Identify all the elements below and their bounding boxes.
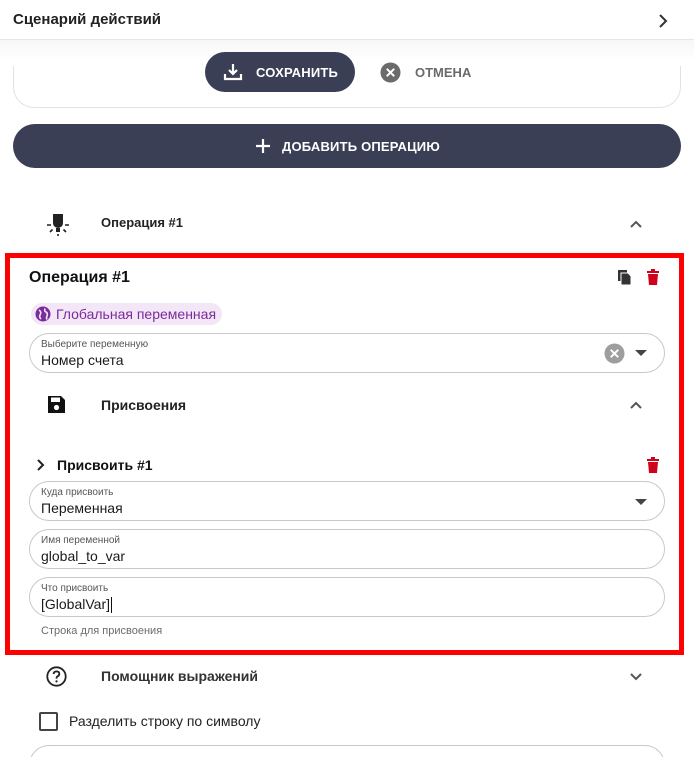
separator-input[interactable]: [29, 745, 665, 757]
lightbulb-icon: [44, 210, 72, 238]
variable-name-value: global_to_var: [41, 548, 126, 564]
delete-icon[interactable]: [645, 269, 661, 286]
text-cursor: [111, 597, 112, 614]
chevron-right-icon[interactable]: [652, 10, 674, 32]
floppy-disk-icon: [47, 395, 66, 414]
save-label: СОХРАНИТЬ: [256, 64, 339, 80]
operation-accordion-title: Операция #1: [101, 215, 184, 230]
copy-icon[interactable]: [616, 269, 633, 286]
help-circle-icon: [46, 666, 67, 687]
assign-target-label: Куда присвоить: [41, 487, 114, 498]
scope-chip[interactable]: Глобальная переменная: [31, 303, 223, 325]
dropdown-arrow-icon[interactable]: [634, 497, 648, 507]
save-button[interactable]: СОХРАНИТЬ: [205, 52, 355, 92]
split-string-label: Разделить строку по символу: [69, 713, 261, 729]
page-title: Сценарий действий: [13, 11, 162, 28]
assign-target-select[interactable]: Куда присвоить Переменная: [29, 481, 665, 521]
assign-value-text: [GlobalVar]: [41, 596, 110, 612]
cancel-label: ОТМЕНА: [415, 64, 472, 80]
cancel-button[interactable]: ОТМЕНА: [380, 60, 471, 84]
operation-card-title: Операция #1: [29, 269, 130, 286]
expression-helper-title[interactable]: Помощник выражений: [101, 668, 258, 684]
variable-name-label: Имя переменной: [41, 535, 120, 546]
chevron-up-icon[interactable]: [627, 215, 645, 233]
scope-chip-label: Глобальная переменная: [56, 306, 217, 322]
cancel-circle-icon: [380, 62, 401, 82]
assign-value-text-wrap: [GlobalVar]: [41, 596, 112, 614]
dropdown-arrow-icon[interactable]: [634, 348, 648, 358]
delete-icon[interactable]: [645, 457, 661, 474]
add-operation-label: ДОБАВИТЬ ОПЕРАЦИЮ: [282, 138, 440, 154]
download-icon: [223, 64, 243, 81]
variable-select-label: Выберите переменную: [41, 339, 149, 350]
variable-select-value: Номер счета: [41, 352, 124, 368]
plus-icon: [256, 139, 271, 153]
variable-select[interactable]: Выберите переменную Номер счета: [29, 333, 665, 373]
globe-icon: [35, 306, 51, 322]
variable-name-input[interactable]: Имя переменной global_to_var: [29, 529, 665, 569]
clear-icon[interactable]: [604, 343, 625, 364]
add-operation-button[interactable]: ДОБАВИТЬ ОПЕРАЦИЮ: [13, 124, 681, 168]
assign-target-value: Переменная: [41, 500, 123, 516]
assignments-section-title[interactable]: Присвоения: [101, 397, 186, 413]
chevron-right-icon[interactable]: [33, 457, 49, 473]
assign-value-input[interactable]: Что присвоить [GlobalVar]: [29, 577, 665, 617]
assign-value-label: Что присвоить: [41, 583, 109, 594]
assignment-title[interactable]: Присвоить #1: [57, 457, 153, 473]
chevron-up-icon[interactable]: [627, 396, 645, 414]
split-string-checkbox[interactable]: [39, 712, 58, 731]
chevron-down-icon[interactable]: [627, 667, 645, 685]
operation-accordion-header[interactable]: Операция #1: [0, 200, 694, 246]
assign-value-hint: Строка для присвоения: [41, 625, 163, 637]
